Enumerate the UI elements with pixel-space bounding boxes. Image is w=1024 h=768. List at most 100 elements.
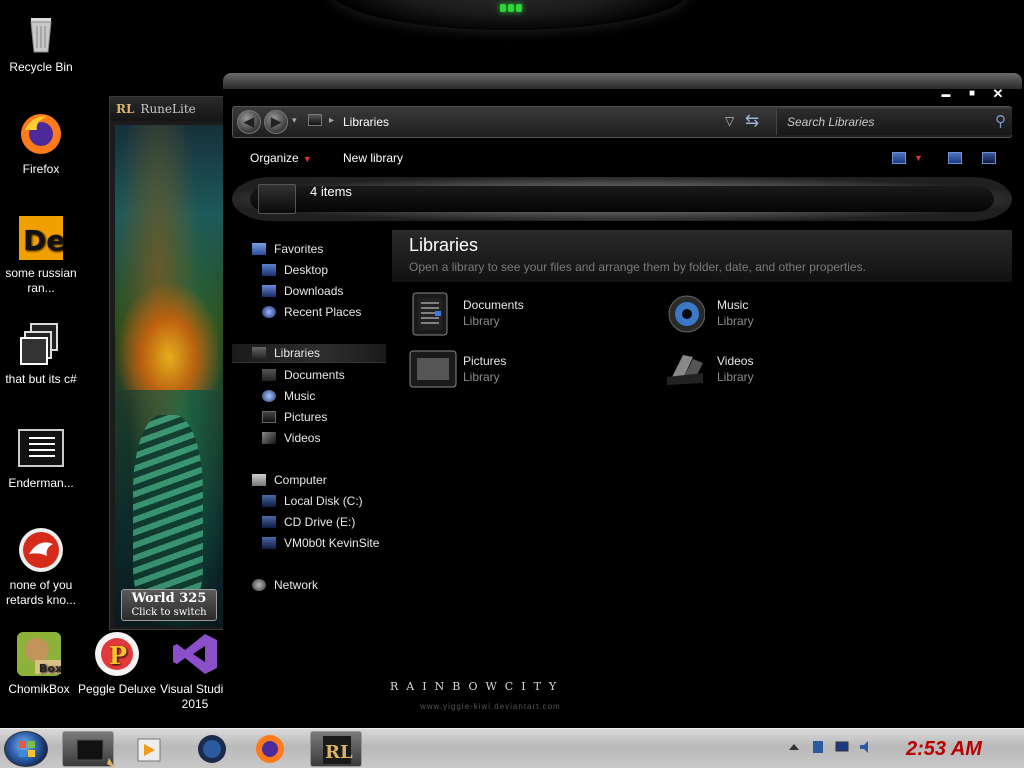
address-bar[interactable]: ◀ ▶ ▾ ▸ Libraries ▽ ⇆ ⚲ bbox=[232, 106, 1012, 138]
desktop-icon-recycle-bin[interactable]: Recycle Bin bbox=[0, 8, 82, 75]
library-pictures[interactable]: Pictures Library bbox=[409, 347, 639, 395]
network-drive-icon bbox=[262, 536, 276, 549]
change-view-icon[interactable] bbox=[892, 152, 906, 164]
desktop-icon-peggle[interactable]: P Peggle Deluxe bbox=[76, 630, 158, 697]
library-music[interactable]: Music Library bbox=[663, 291, 893, 339]
hard-drive-icon bbox=[262, 494, 276, 507]
nav-network-share[interactable]: VM0b0t KevinSite bbox=[262, 533, 379, 552]
library-name: Videos bbox=[717, 354, 754, 368]
desktop-icon-russian-app[interactable]: De some russian ran... bbox=[0, 214, 82, 296]
desktop-icon-label: some russian ran... bbox=[5, 266, 77, 295]
explorer-window[interactable]: ▬ ■ ✕ ◀ ▶ ▾ ▸ Libraries ▽ ⇆ ⚲ Organize▼ … bbox=[223, 73, 1022, 728]
world-switch-button[interactable]: World 325 Click to switch bbox=[121, 589, 217, 621]
runelite-titlebar[interactable]: RL RuneLite bbox=[110, 97, 223, 121]
network-status-icon[interactable] bbox=[834, 739, 850, 755]
library-documents[interactable]: Documents Library bbox=[409, 291, 639, 339]
start-button[interactable] bbox=[4, 731, 48, 767]
nav-favorites[interactable]: Favorites bbox=[252, 239, 323, 258]
library-videos[interactable]: Videos Library bbox=[663, 347, 893, 395]
desktop-icon-label: ChomikBox bbox=[8, 682, 70, 696]
downloads-icon bbox=[262, 284, 276, 297]
minimize-button[interactable]: ▬ bbox=[938, 87, 954, 101]
nav-local-disk[interactable]: Local Disk (C:) bbox=[262, 491, 363, 510]
library-type: Library bbox=[717, 314, 754, 328]
nav-label: Music bbox=[284, 388, 316, 403]
favorites-star-icon bbox=[252, 242, 266, 255]
media-player-icon bbox=[137, 738, 161, 762]
taskbar-media-player[interactable] bbox=[122, 731, 174, 767]
taskbar-clock[interactable]: 2:53 AM bbox=[906, 738, 982, 761]
desktop-icon-csharp[interactable]: that but its c# bbox=[0, 320, 82, 387]
nav-pictures[interactable]: Pictures bbox=[262, 407, 327, 426]
nav-libraries[interactable]: Libraries bbox=[232, 344, 386, 363]
search-icon[interactable]: ⚲ bbox=[995, 112, 1006, 130]
back-button[interactable]: ◀ bbox=[237, 110, 261, 134]
desktop-icon-label: Peggle Deluxe bbox=[77, 682, 157, 696]
taskbar-explorer[interactable] bbox=[62, 731, 115, 768]
desktop-icon bbox=[262, 263, 276, 276]
view-options-chevron-icon[interactable]: ▼ bbox=[914, 153, 923, 163]
forward-arrow-icon: ▶ bbox=[271, 114, 281, 129]
search-input[interactable] bbox=[777, 111, 977, 133]
explorer-folder-icon bbox=[76, 739, 115, 768]
nav-downloads[interactable]: Downloads bbox=[262, 281, 343, 300]
library-name: Pictures bbox=[463, 354, 507, 368]
search-box[interactable]: ⚲ bbox=[776, 109, 1012, 135]
nav-recent-places[interactable]: Recent Places bbox=[262, 302, 361, 321]
world-label: World 325 bbox=[131, 591, 207, 606]
taskbar-runelite[interactable]: RL bbox=[310, 731, 362, 767]
navigation-pane: Favorites Desktop Downloads Recent Place… bbox=[232, 233, 392, 633]
music-icon bbox=[262, 389, 276, 402]
recent-pages-chevron-icon[interactable]: ▾ bbox=[292, 115, 297, 126]
maximize-button[interactable]: ■ bbox=[964, 87, 980, 101]
organize-button[interactable]: Organize ▼ bbox=[250, 151, 312, 165]
library-name: Music bbox=[717, 298, 749, 312]
page-title: Libraries bbox=[409, 235, 479, 255]
desktop-icon-chomikbox[interactable]: Box ChomikBox bbox=[0, 630, 80, 697]
nav-documents[interactable]: Documents bbox=[262, 365, 345, 384]
new-library-button[interactable]: New library bbox=[343, 151, 403, 165]
details-strip: 4 items bbox=[232, 177, 1012, 221]
pictures-icon bbox=[262, 410, 276, 423]
nav-videos[interactable]: Videos bbox=[262, 428, 320, 447]
swirl-artwork bbox=[133, 415, 203, 605]
desktop-icon-firefox[interactable]: Firefox bbox=[0, 110, 82, 177]
help-icon[interactable] bbox=[982, 152, 996, 164]
nav-label: Documents bbox=[284, 367, 345, 382]
explorer-titlebar[interactable] bbox=[223, 73, 1022, 89]
nav-music[interactable]: Music bbox=[262, 386, 315, 405]
desktop-icon-label: Firefox bbox=[22, 162, 60, 176]
world-hint: Click to switch bbox=[131, 607, 207, 618]
nav-computer[interactable]: Computer bbox=[252, 470, 327, 489]
desktop-icon-red-dragon[interactable]: none of you retards kno... bbox=[0, 526, 82, 608]
videos-icon bbox=[262, 431, 276, 444]
address-dropdown-icon[interactable]: ▽ bbox=[725, 114, 734, 128]
nav-network[interactable]: Network bbox=[252, 575, 318, 594]
nav-desktop[interactable]: Desktop bbox=[262, 260, 328, 279]
firefox-icon bbox=[256, 735, 284, 763]
back-arrow-icon: ◀ bbox=[244, 114, 254, 129]
documents-library-icon bbox=[409, 291, 451, 337]
pictures-library-icon bbox=[409, 347, 457, 393]
recycle-bin-icon bbox=[17, 8, 65, 56]
svg-text:RL: RL bbox=[325, 742, 353, 763]
breadcrumb-separator-icon: ▸ bbox=[329, 115, 335, 126]
nav-cd-drive[interactable]: CD Drive (E:) bbox=[262, 512, 355, 531]
runelite-window[interactable]: RL RuneLite World 325 Click to switch bbox=[109, 96, 224, 630]
svg-text:P: P bbox=[109, 641, 127, 670]
close-button[interactable]: ✕ bbox=[990, 87, 1006, 101]
item-count: 4 items bbox=[310, 184, 352, 199]
breadcrumb-libraries[interactable]: Libraries bbox=[343, 115, 389, 129]
action-center-icon[interactable] bbox=[810, 739, 826, 755]
nav-label: Videos bbox=[284, 430, 321, 445]
taskbar-firefox[interactable] bbox=[244, 731, 296, 767]
show-hidden-icons-icon[interactable] bbox=[786, 739, 802, 755]
nav-label: Pictures bbox=[284, 409, 328, 424]
volume-icon[interactable] bbox=[858, 739, 874, 755]
desktop-icon-enderman[interactable]: Enderman... bbox=[0, 424, 82, 491]
refresh-icon[interactable]: ⇆ bbox=[745, 111, 759, 131]
nav-label: Favorites bbox=[274, 241, 324, 256]
preview-pane-icon[interactable] bbox=[948, 152, 962, 164]
taskbar-globe[interactable] bbox=[186, 731, 238, 767]
forward-button[interactable]: ▶ bbox=[264, 110, 288, 134]
